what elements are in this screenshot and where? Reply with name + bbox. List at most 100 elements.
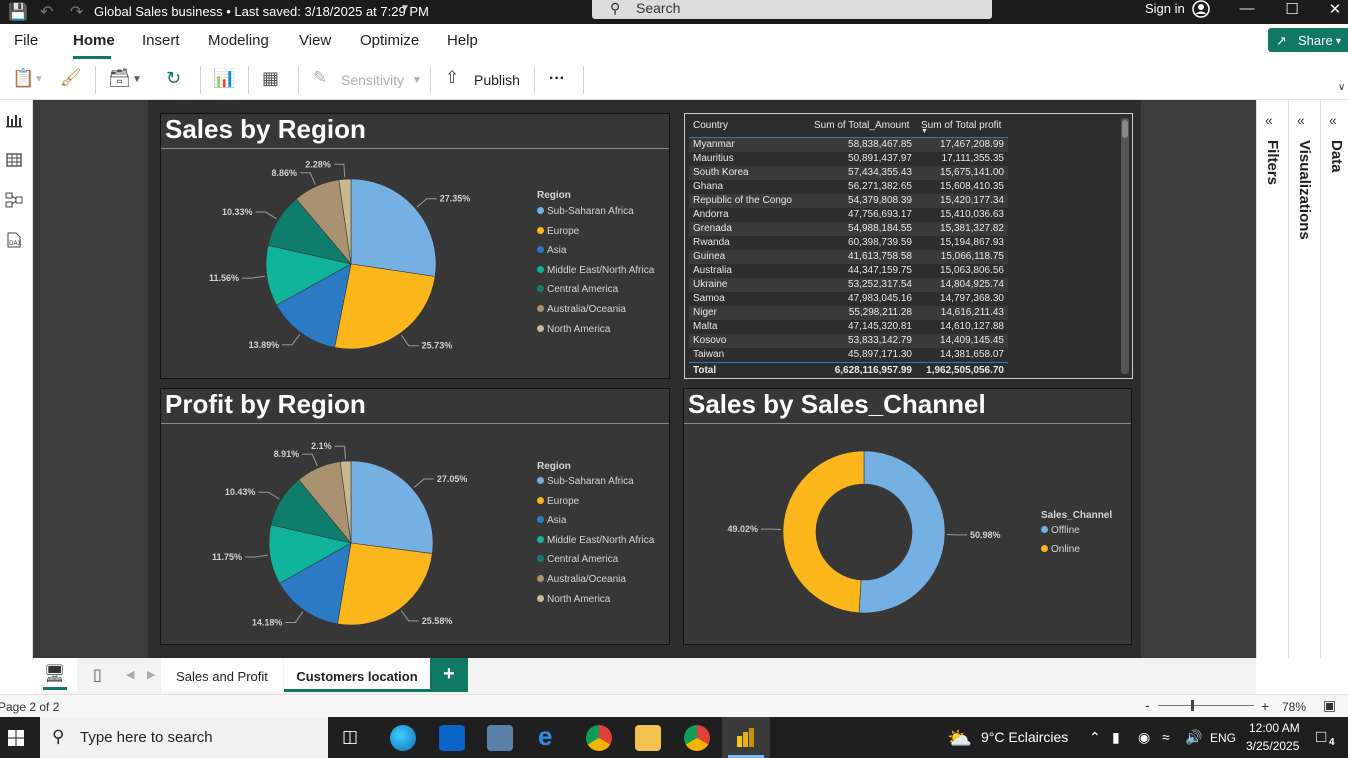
legend-item[interactable]: Middle East/North Africa <box>537 265 654 276</box>
avatar-icon[interactable] <box>1191 0 1211 18</box>
minimize-icon[interactable]: — <box>1232 0 1262 17</box>
close-icon[interactable]: ✕ <box>1320 0 1348 18</box>
legend-item[interactable]: Australia/Oceania <box>537 574 626 585</box>
get-data-chevron-icon[interactable]: ▼ <box>132 74 142 98</box>
sales-channel-donut[interactable]: 50.98% 49.02% <box>684 425 1034 645</box>
new-visual-icon[interactable]: 📊 <box>213 68 235 92</box>
language-indicator[interactable]: ENG <box>1210 731 1236 745</box>
table-row[interactable]: Mauritius 50,891,437.97 17,111,355.35 <box>689 152 1008 166</box>
fit-to-page-icon[interactable]: ▣ <box>1323 697 1336 714</box>
weather-icon[interactable]: ⛅ <box>947 726 972 751</box>
table-row[interactable]: South Korea 57,434,355.43 15,675,141.00 <box>689 166 1008 180</box>
table-row[interactable]: Niger 55,298,211.28 14,616,211.43 <box>689 306 1008 320</box>
clock-time[interactable]: 12:00 AM <box>1249 721 1300 735</box>
internet-explorer-icon[interactable]: e <box>538 721 552 752</box>
table-row[interactable]: Australia 44,347,159.75 15,063,806.56 <box>689 264 1008 278</box>
legend-item[interactable]: Offline <box>1041 525 1080 536</box>
task-view-icon[interactable]: ◫ <box>342 727 358 747</box>
sales-region-pie[interactable]: 27.35% 25.73% 13.89% 11.56% 10.33% 8.86% 2.28% <box>161 150 521 380</box>
redo-icon[interactable]: ↷ <box>70 2 83 22</box>
menu-optimize[interactable]: Optimize <box>360 32 419 49</box>
legend-item[interactable]: Central America <box>537 554 618 565</box>
file-explorer-icon[interactable] <box>635 725 661 751</box>
title-dropdown-icon[interactable]: ▼ <box>400 3 410 14</box>
report-view-icon[interactable] <box>5 112 23 130</box>
undo-icon[interactable]: ↶ <box>40 2 53 22</box>
paste-chevron-icon[interactable]: ▼ <box>34 74 44 98</box>
legend-item[interactable]: Middle East/North Africa <box>537 535 654 546</box>
legend-item[interactable]: Asia <box>537 515 566 526</box>
table-row[interactable]: Myanmar 58,838,467.85 17,467,208.99 <box>689 138 1008 152</box>
menu-help[interactable]: Help <box>447 32 478 49</box>
filters-pane[interactable]: « Filters <box>1256 100 1286 658</box>
volume-icon[interactable]: 🔊 <box>1185 729 1202 746</box>
visualizations-pane[interactable]: « Visualizations <box>1288 100 1318 658</box>
more-options-icon[interactable]: ··· <box>549 70 565 94</box>
table-row[interactable]: Andorra 47,756,693.17 15,410,036.63 <box>689 208 1008 222</box>
refresh-icon[interactable]: ↻ <box>166 68 181 92</box>
meet-now-icon[interactable]: ◉ <box>1138 729 1150 746</box>
mobile-layout-icon[interactable]: ▯ <box>93 665 102 685</box>
maximize-icon[interactable]: ☐ <box>1277 0 1307 18</box>
add-page-button[interactable]: + <box>430 658 468 692</box>
tab-scroll-right-icon[interactable]: ▶ <box>147 668 155 681</box>
edge-browser-icon[interactable] <box>390 725 416 751</box>
legend-item[interactable]: North America <box>537 324 610 335</box>
country-table-visual[interactable]: Country Sum of Total_Amount Sum of Total… <box>684 113 1133 379</box>
format-painter-icon[interactable]: 🖌 <box>60 68 82 92</box>
sign-in-link[interactable]: Sign in <box>1145 1 1185 16</box>
menu-view[interactable]: View <box>299 32 331 49</box>
column-header-total-amount[interactable]: Sum of Total_Amount <box>814 120 909 131</box>
tab-scroll-left-icon[interactable]: ◀ <box>126 668 134 681</box>
share-button[interactable]: ↗ Share ▼ <box>1268 28 1348 52</box>
pie-slice-sub-saharan-africa[interactable] <box>350 178 437 277</box>
zoom-slider-track[interactable] <box>1158 705 1254 706</box>
legend-item[interactable]: Sub-Saharan Africa <box>537 206 634 217</box>
column-header-country[interactable]: Country <box>693 120 728 131</box>
pie-slice-sub-saharan-africa[interactable] <box>350 460 434 554</box>
tab-sales-and-profit[interactable]: Sales and Profit <box>161 658 283 692</box>
column-header-total-profit[interactable]: Sum of Total profit <box>921 120 1001 131</box>
outlook-icon[interactable] <box>439 725 465 751</box>
sales-by-region-visual[interactable]: Sales by Region 27.35% 25.73% 13.89% 11.56%… <box>160 113 670 379</box>
zoom-out-button[interactable]: - <box>1145 697 1150 713</box>
publish-button[interactable]: Publish <box>474 72 520 96</box>
legend-item[interactable]: Online <box>1041 544 1080 555</box>
expand-visualizations-icon[interactable]: « <box>1297 112 1305 128</box>
legend-item[interactable]: North America <box>537 594 610 605</box>
search-box[interactable]: ⚲ Search <box>592 0 992 19</box>
table-row[interactable]: Samoa 47,983,045.16 14,797,368.30 <box>689 292 1008 306</box>
tab-customers-location[interactable]: Customers location <box>284 658 430 692</box>
taskbar-search[interactable]: ⚲ Type here to search <box>40 717 328 758</box>
media-player-icon[interactable] <box>487 725 513 751</box>
profit-region-pie[interactable]: 27.05% 25.58% 14.18% 11.75% 10.43% 8.91% 2.1% <box>161 425 521 645</box>
desktop-layout-button[interactable]: 🖥 <box>33 658 77 692</box>
data-pane[interactable]: « Data <box>1320 100 1348 658</box>
filters-pane-label[interactable]: Filters <box>1264 140 1281 185</box>
table-row[interactable]: Rwanda 60,398,739.59 15,194,867.93 <box>689 236 1008 250</box>
save-icon[interactable]: 💾 <box>8 2 28 22</box>
legend-item[interactable]: Australia/Oceania <box>537 304 626 315</box>
pie-slice-europe[interactable] <box>334 263 436 350</box>
table-row[interactable]: Grenada 54,988,184.55 15,381,327.82 <box>689 222 1008 236</box>
wifi-icon[interactable]: ≈ <box>1162 729 1170 745</box>
expand-data-icon[interactable]: « <box>1329 112 1337 128</box>
table-row[interactable]: Ghana 56,271,382.65 15,608,410.35 <box>689 180 1008 194</box>
model-view-icon[interactable] <box>5 191 23 209</box>
powerbi-taskbar-button[interactable] <box>722 717 770 758</box>
table-row[interactable]: Ukraine 53,252,317.54 14,804,925.74 <box>689 278 1008 292</box>
data-pane-label[interactable]: Data <box>1328 140 1345 173</box>
expand-filters-icon[interactable]: « <box>1265 112 1273 128</box>
legend-item[interactable]: Central America <box>537 284 618 295</box>
pie-slice-online[interactable] <box>782 450 865 614</box>
menu-insert[interactable]: Insert <box>142 32 180 49</box>
legend-item[interactable]: Sub-Saharan Africa <box>537 476 634 487</box>
calculator-icon[interactable]: ▦ <box>262 68 279 92</box>
profit-by-region-visual[interactable]: Profit by Region 27.05% 25.58% 14.18% 11.75… <box>160 388 670 645</box>
table-row[interactable]: Guinea 41,613,758.58 15,066,118.75 <box>689 250 1008 264</box>
paste-icon[interactable]: 📋 <box>12 68 34 92</box>
dax-query-view-icon[interactable]: DAX <box>5 231 23 249</box>
publish-icon[interactable]: ⇧ <box>445 68 459 92</box>
legend-item[interactable]: Europe <box>537 496 579 507</box>
sales-by-channel-visual[interactable]: Sales by Sales_Channel 50.98% 49.02% Sale… <box>683 388 1132 645</box>
